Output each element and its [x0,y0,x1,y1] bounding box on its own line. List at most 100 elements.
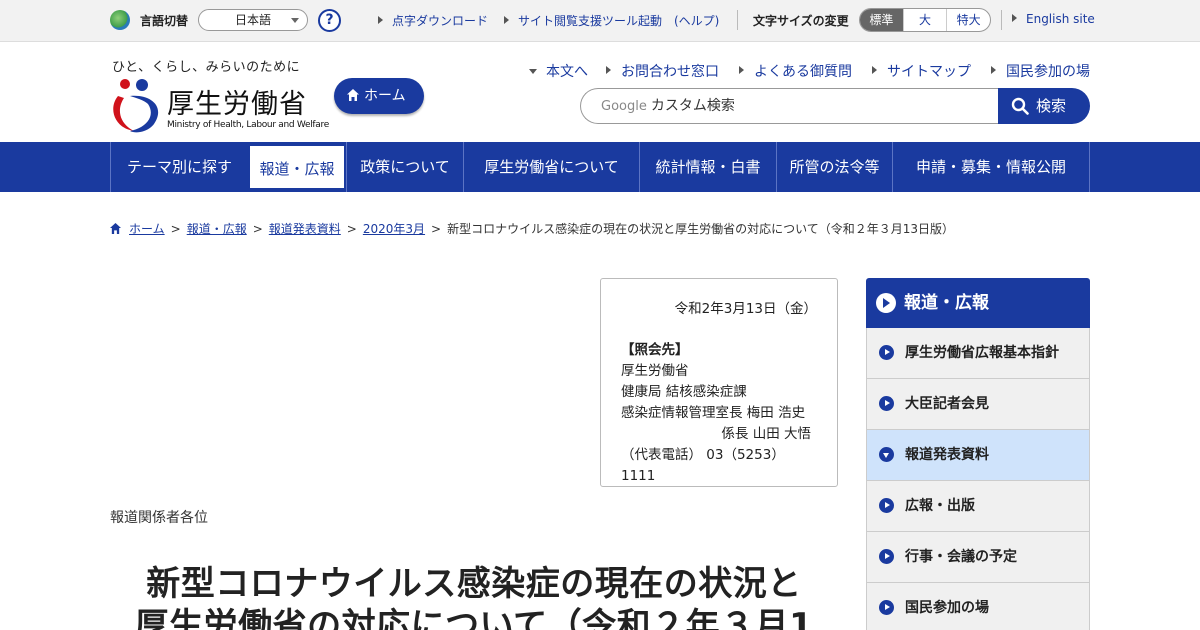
sidebar-item-participation[interactable]: 国民参加の場 [866,583,1090,630]
sidebar-title-label: 報道・広報 [904,293,989,313]
font-size-xlarge-button[interactable]: 特大 [946,9,990,31]
nav-item-applications[interactable]: 申請・募集・情報公開 [892,142,1090,192]
sidebar-item-label: 大臣記者会見 [905,396,989,412]
sidebar-item-label: 広報・出版 [905,498,975,514]
sidebar: 報道・広報 厚生労働省広報基本指針 大臣記者会見 報道発表資料 広報・出版 行事… [866,278,1090,630]
home-icon [110,223,121,234]
font-size-standard-button[interactable]: 標準 [860,9,903,31]
arrow-right-icon [739,66,744,74]
sidebar-item-label: 国民参加の場 [905,600,989,616]
contact-line: 健康局 結核感染症課 [621,384,747,400]
breadcrumb-press[interactable]: 報道・広報 [187,222,247,236]
browsing-support-label: サイト閲覧支援ツール起動 (ヘルプ) [518,14,720,28]
addressee: 報道関係者各位 [110,510,208,526]
logo-title: 厚生労働省 [167,89,307,120]
arrow-circle-icon [879,345,894,360]
search-button-label: 検索 [1036,97,1067,115]
arrow-right-icon [991,66,996,74]
arrow-right-icon [504,16,509,24]
arrow-right-icon [606,66,611,74]
release-date: 令和2年3月13日（金） [674,301,817,317]
tagline: ひと、くらし、みらいのために [112,60,301,75]
sidebar-item-events[interactable]: 行事・会議の予定 [866,532,1090,583]
chevron-down-icon [529,69,537,74]
sidebar-item-press-conference[interactable]: 大臣記者会見 [866,379,1090,430]
faq-link[interactable]: よくある御質問 [739,61,852,81]
breadcrumb-separator: > [252,222,263,236]
contact-box: 令和2年3月13日（金） 【照会先】 厚生労働省 健康局 結核感染症課 感染症情… [600,278,838,487]
arrow-down-circle-icon [879,447,894,462]
inquiry-label: お問合わせ窓口 [621,64,719,80]
font-size-switcher: 標準 大 特大 [859,8,991,32]
search-brand: Google [601,99,647,114]
skip-to-content-link[interactable]: 本文へ [529,61,588,81]
search-button[interactable]: 検索 [998,88,1090,124]
faq-label: よくある御質問 [754,64,852,80]
breadcrumb-month[interactable]: 2020年3月 [363,222,425,236]
breadcrumb-current: 新型コロナウイルス感染症の現在の状況と厚生労働省の対応について（令和２年３月13… [447,222,955,236]
braille-download-label: 点字ダウンロード [392,14,489,28]
sidebar-item-press-releases[interactable]: 報道発表資料 [866,430,1090,481]
page-title-line: 新型コロナウイルス感染症の現在の状況と [146,564,802,604]
breadcrumb-home[interactable]: ホーム [129,222,165,236]
sitemap-link[interactable]: サイトマップ [872,61,971,81]
arrow-circle-icon [876,293,896,313]
nav-item-laws[interactable]: 所管の法令等 [776,142,892,192]
help-icon[interactable]: ? [318,9,341,32]
participation-label: 国民参加の場 [1006,64,1090,80]
english-site-link[interactable]: English site [1012,12,1095,26]
breadcrumb-releases[interactable]: 報道発表資料 [269,222,341,236]
breadcrumb-separator: > [170,222,181,236]
search-placeholder: カスタム検索 [650,98,735,114]
arrow-circle-icon [879,498,894,513]
arrow-circle-icon [879,600,894,615]
nav-item-press[interactable]: 報道・広報 [248,144,346,190]
sidebar-item-publications[interactable]: 広報・出版 [866,481,1090,532]
globe-icon [110,10,130,30]
search-icon [1011,97,1029,115]
divider [1001,10,1002,30]
font-size-label: 文字サイズの変更 [753,14,849,28]
english-site-label: English site [1026,12,1095,26]
language-select[interactable]: 日本語 [198,9,308,31]
nav-item-about[interactable]: 厚生労働省について [463,142,639,192]
page-title: 新型コロナウイルス感染症の現在の状況と 厚生労働省の対応について（令和２年３月1 [110,563,838,630]
search-input[interactable]: Google カスタム検索 [580,88,1000,124]
font-size-large-button[interactable]: 大 [902,9,947,31]
sidebar-item-pr-policy[interactable]: 厚生労働省広報基本指針 [866,328,1090,379]
sitemap-label: サイトマップ [887,64,971,80]
contact-title: 【照会先】 [621,342,689,358]
breadcrumb: ホーム > 報道・広報 > 報道発表資料 >2020年3月 > 新型コロナウイルス感染症の現在… [110,220,954,237]
chevron-down-icon [291,18,299,23]
contact-line: 感染症情報管理室長 梅田 浩史 [621,405,806,421]
skip-label: 本文へ [546,64,588,80]
participation-link[interactable]: 国民参加の場 [991,61,1090,81]
arrow-right-icon [1012,14,1017,22]
breadcrumb-separator: > [431,222,442,236]
contact-line: 係長 山田 大悟 [721,426,811,442]
inquiry-link[interactable]: お問合わせ窓口 [606,61,719,81]
braille-download-link[interactable]: 点字ダウンロード [378,12,488,29]
contact-line: 厚生労働省 [621,363,689,379]
breadcrumb-separator: > [346,222,357,236]
arrow-right-icon [378,16,383,24]
global-nav: テーマ別に探す 報道・広報 政策について 厚生労働省について 統計情報・白書 所… [0,142,1200,192]
home-button[interactable]: ホーム [334,78,424,114]
page-title-line: 厚生労働省の対応について（令和２年３月1 [134,606,814,630]
logo-subtitle: Ministry of Health, Labour and Welfare [167,120,329,130]
nav-item-policy[interactable]: 政策について [346,142,463,192]
sidebar-item-label: 行事・会議の予定 [905,549,1017,565]
arrow-circle-icon [879,549,894,564]
home-icon [347,89,359,101]
nav-item-statistics[interactable]: 統計情報・白書 [639,142,776,192]
language-selected-value: 日本語 [235,13,272,27]
nav-item-themes[interactable]: テーマ別に探す [110,142,248,192]
contact-phone: （代表電話） 03（5253）1111 [621,447,785,484]
language-label: 言語切替 [140,14,189,28]
sidebar-title[interactable]: 報道・広報 [866,278,1090,328]
home-button-label: ホーム [364,88,406,104]
sidebar-item-label: 報道発表資料 [905,447,989,463]
browsing-support-link[interactable]: サイト閲覧支援ツール起動 (ヘルプ) [504,12,719,29]
arrow-right-icon [872,66,877,74]
utility-bar: 言語切替 日本語 ? 点字ダウンロード サイト閲覧支援ツール起動 (ヘルプ) 文… [0,0,1200,42]
